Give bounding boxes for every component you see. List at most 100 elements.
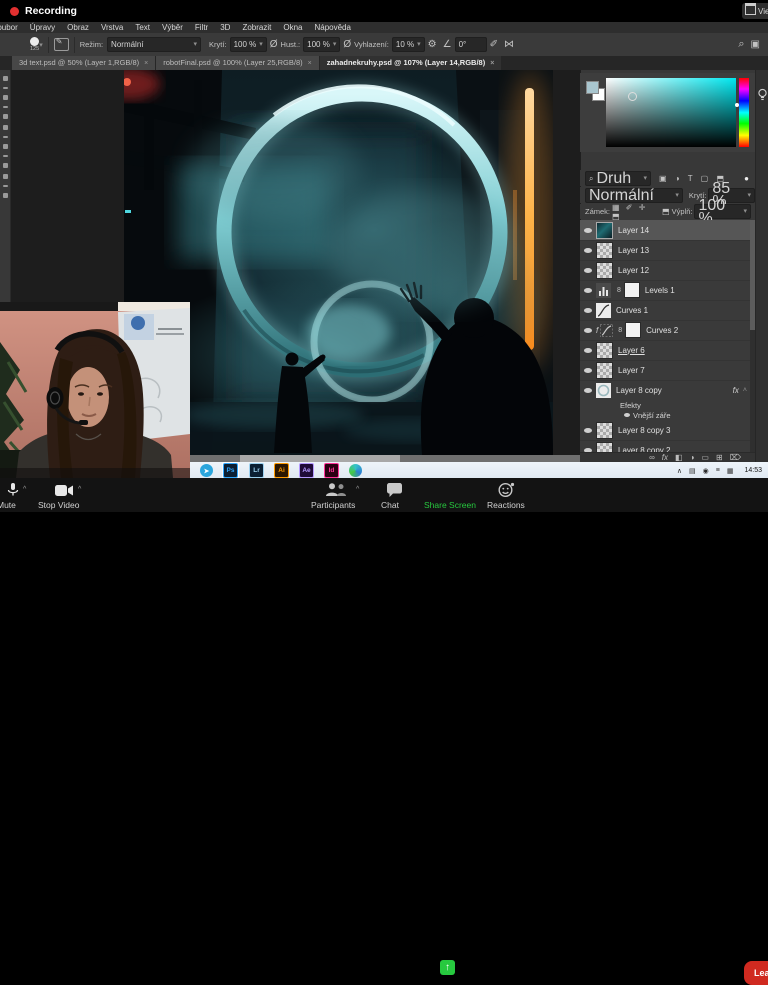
menu-okna[interactable]: Okna [277, 23, 308, 32]
flow-field[interactable]: 100 % ▾ [303, 37, 340, 52]
fill-field[interactable]: 100 % ▾ [694, 204, 751, 219]
visibility-toggle[interactable] [580, 428, 596, 433]
layer-thumbnail[interactable] [596, 362, 613, 379]
levels-adjustment-icon[interactable] [596, 283, 611, 298]
layer-row-curves1[interactable]: Curves 1 [580, 300, 750, 321]
blend-mode-dropdown[interactable]: Normální ▾ [107, 37, 201, 52]
share-screen-button[interactable]: Share Screen [424, 500, 476, 510]
visibility-toggle[interactable] [580, 248, 596, 253]
add-mask-icon[interactable]: ◧ [675, 453, 683, 462]
layer-name[interactable]: Layer 13 [618, 246, 649, 255]
participants-icon[interactable] [325, 483, 347, 496]
video-options-chevron[interactable]: ^ [78, 486, 81, 493]
view-button[interactable]: View [742, 3, 768, 19]
hue-slider-handle[interactable] [735, 103, 739, 107]
illustrator-icon[interactable]: Ai [274, 463, 289, 478]
layer-row-curves2[interactable]: f 8 Curves 2 [580, 320, 750, 341]
layer-thumbnail[interactable] [596, 262, 613, 279]
hue-slider[interactable] [739, 78, 749, 147]
layer-name[interactable]: Curves 2 [646, 326, 678, 335]
layer-row-layer14[interactable]: Layer 14 [580, 220, 750, 241]
layer-row-layer6[interactable]: Layer 6 [580, 340, 750, 361]
curves-adjustment-icon[interactable] [600, 324, 613, 337]
chat-button[interactable]: Chat [381, 500, 399, 510]
smoothing-field[interactable]: 10 % ▾ [392, 37, 425, 52]
visibility-toggle[interactable] [580, 388, 596, 393]
brush-preset-picker[interactable]: 125 [30, 37, 39, 53]
tab-robotfinal[interactable]: robotFinal.psd @ 100% (Layer 25,RGB/8)× [156, 56, 318, 70]
layer-thumbnail[interactable] [596, 242, 613, 259]
tool-icon[interactable] [3, 174, 8, 179]
curves-adjustment-icon[interactable] [596, 303, 611, 318]
layer-name[interactable]: Layer 8 copy 3 [618, 426, 670, 435]
tool-icon[interactable] [3, 144, 8, 149]
tool-icon[interactable] [3, 163, 8, 168]
fx-collapse-chevron[interactable]: ˄ [743, 387, 747, 394]
tray-network-icon[interactable]: ≡ [716, 467, 720, 474]
effect-outer-glow-row[interactable]: Vnější záře [580, 410, 750, 420]
mask-link-icon[interactable]: 8 [618, 327, 622, 334]
new-group-icon[interactable]: ▭ [701, 453, 709, 462]
mask-link-icon[interactable]: 8 [617, 287, 621, 294]
scrollbar-thumb[interactable] [750, 220, 755, 330]
layer-name[interactable]: Layer 12 [618, 266, 649, 275]
microphone-icon[interactable] [7, 483, 19, 497]
layer-row-layer8copy[interactable]: Layer 8 copy fx ˄ [580, 380, 750, 400]
participants-button[interactable]: Participants [311, 500, 355, 510]
new-layer-icon[interactable]: ⊞ [716, 453, 723, 462]
fx-badge[interactable]: fx [733, 386, 739, 395]
tool-icon[interactable] [3, 136, 8, 138]
tab-3dtext[interactable]: 3d text.psd @ 50% (Layer 1,RGB/8)× [12, 56, 155, 70]
layer-thumbnail[interactable] [596, 342, 613, 359]
visibility-toggle[interactable] [580, 348, 596, 353]
menu-zobrazit[interactable]: Zobrazit [236, 23, 277, 32]
lock-option-icons[interactable]: ▦ ✐ ✛ ⬒ [612, 203, 658, 221]
symmetry-icon[interactable]: ⋈ [504, 39, 514, 50]
layer-name[interactable]: Layer 6 [618, 346, 645, 355]
menu-upravy[interactable]: Úpravy [24, 23, 61, 32]
tool-icon[interactable] [3, 155, 8, 157]
visibility-toggle[interactable] [580, 228, 596, 233]
webcam-video-tile[interactable] [0, 302, 190, 478]
delete-layer-icon[interactable]: ⌦ [730, 453, 741, 462]
mute-button[interactable]: Mute [0, 500, 16, 510]
filter-pin-icon[interactable]: ● [744, 174, 749, 183]
layer-thumbnail[interactable] [596, 422, 613, 439]
tray-keyboard-icon[interactable]: ▦ [727, 467, 734, 475]
layer-name[interactable]: Layer 7 [618, 366, 645, 375]
scrollbar-thumb[interactable] [240, 455, 400, 462]
layer-filter-dropdown[interactable]: ⌕ Druh ▾ [585, 171, 651, 186]
lock-all-icon[interactable]: ⬒ [662, 207, 670, 216]
photoshop-active-highlight[interactable]: Ps [222, 462, 239, 479]
collapsed-panel-strip[interactable] [755, 56, 768, 462]
tool-icon[interactable] [3, 193, 8, 198]
leave-button[interactable]: Leave [744, 961, 768, 985]
telegram-icon[interactable]: ➤ [200, 464, 213, 477]
photoshop-icon[interactable]: Ps [223, 463, 238, 478]
airbrush-opacity-icon[interactable]: Ø [270, 39, 278, 50]
layer-blend-mode-dropdown[interactable]: Normální ▾ [585, 188, 683, 203]
tool-icon[interactable] [3, 95, 8, 100]
pressure-size-icon[interactable]: ✐ [490, 39, 498, 50]
mute-options-chevron[interactable]: ^ [23, 486, 26, 493]
layer-row-layer7[interactable]: Layer 7 [580, 360, 750, 381]
tool-icon[interactable] [3, 125, 8, 130]
layer-name[interactable]: Levels 1 [645, 286, 675, 295]
tool-icon[interactable] [3, 114, 8, 119]
visibility-toggle[interactable] [580, 288, 596, 293]
reactions-button[interactable]: Reactions [487, 500, 525, 510]
layer-row-levels1[interactable]: 8 Levels 1 [580, 280, 750, 301]
tray-expand-icon[interactable]: ∧ [677, 467, 682, 475]
edge-browser-icon[interactable] [349, 464, 362, 477]
layer-name[interactable]: Layer 8 copy [616, 386, 662, 395]
layer-row-layer8copy2[interactable]: Layer 8 copy 2 [580, 440, 750, 452]
menu-vyber[interactable]: Výběr [156, 23, 189, 32]
visibility-toggle[interactable] [580, 308, 596, 313]
menu-soubor[interactable]: Soubor [0, 23, 24, 32]
tray-display-icon[interactable]: ▤ [689, 467, 696, 475]
tool-icon[interactable] [3, 185, 8, 187]
color-picker-handle[interactable] [628, 92, 637, 101]
participants-options-chevron[interactable]: ^ [356, 486, 359, 493]
effect-eye-icon[interactable] [624, 413, 630, 417]
layer-row-layer12[interactable]: Layer 12 [580, 260, 750, 281]
